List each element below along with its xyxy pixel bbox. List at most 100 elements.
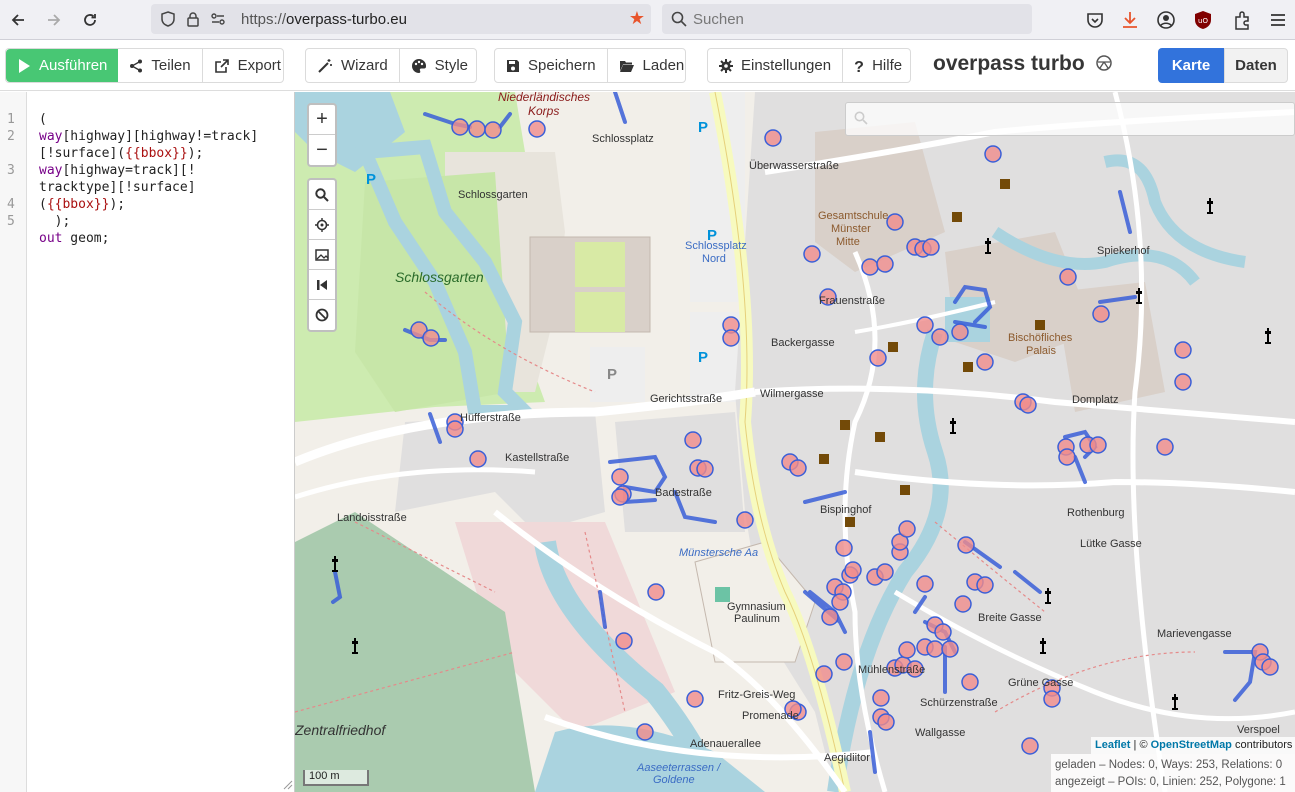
map-label: Backergasse	[771, 337, 835, 349]
run-label: Ausführen	[39, 57, 108, 74]
help-label: Hilfe	[872, 57, 903, 74]
search-icon	[315, 187, 329, 202]
logo-icon	[1095, 55, 1112, 71]
map-label: Marievengasse	[1157, 628, 1232, 640]
map-tools	[307, 178, 337, 332]
line-number-gutter: 1 2 3 4 5	[0, 92, 27, 792]
map-label: Wilmergasse	[760, 388, 824, 400]
help-button[interactable]: ? Hilfe	[843, 49, 913, 82]
zoom-in-button[interactable]: +	[309, 105, 335, 135]
map-search-button[interactable]	[309, 180, 335, 210]
image-export-button[interactable]	[309, 240, 335, 270]
image-icon	[315, 248, 329, 261]
load-button[interactable]: Laden	[608, 49, 696, 82]
map-label: Gesamtschule	[818, 210, 889, 222]
map-label: Bischöfliches	[1008, 332, 1073, 344]
resize-grip-icon[interactable]	[281, 778, 293, 790]
data-stats: geladen – Nodes: 0, Ways: 253, Relations…	[1051, 754, 1295, 792]
map-label: Frauenstraße	[819, 295, 886, 307]
downloads-icon[interactable]	[1119, 9, 1141, 31]
style-label: Style	[434, 57, 469, 74]
map-label: Schürzenstraße	[920, 697, 998, 709]
menu-icon[interactable]	[1267, 9, 1289, 31]
code-template: {{bbox}}	[125, 146, 188, 161]
settings-label: Einstellungen	[741, 57, 832, 74]
browser-search-placeholder: Suchen	[693, 11, 744, 28]
back-arrow-icon[interactable]	[6, 8, 30, 32]
run-button[interactable]: Ausführen	[6, 49, 119, 82]
view-toggle: Karte Daten	[1158, 48, 1288, 83]
code-token: [highway][highway!=track]	[62, 129, 259, 144]
lock-icon[interactable]	[184, 10, 202, 28]
map-label: Verspoel	[1237, 724, 1280, 736]
code-line: ({{bbox}});	[39, 197, 125, 212]
ublock-icon[interactable]: uO	[1192, 9, 1214, 31]
code-keyword: out	[39, 231, 63, 246]
map-label: Bispinghof	[820, 504, 872, 516]
save-button[interactable]: Speichern	[495, 49, 608, 82]
play-icon	[19, 58, 30, 73]
zoom-to-data-button[interactable]	[309, 270, 335, 300]
locate-button[interactable]	[309, 210, 335, 240]
code-line: (	[39, 112, 47, 127]
code-template: {{bbox}}	[46, 197, 110, 212]
map-label: Aegidiitor	[824, 752, 870, 764]
svg-text:P: P	[366, 171, 376, 188]
code-line: [!surface]({{bbox}});	[39, 146, 203, 161]
app-title: overpass turbo	[933, 52, 1113, 76]
save-load-group: Speichern Laden	[494, 48, 686, 83]
search-icon	[671, 11, 687, 27]
account-icon[interactable]	[1155, 9, 1177, 31]
map-label: Wallgasse	[915, 727, 966, 739]
toggle-data-button[interactable]	[309, 300, 335, 330]
folder-open-icon	[619, 60, 634, 72]
zoom-out-button[interactable]: −	[309, 135, 335, 165]
run-share-export-group: Ausführen Teilen Export	[5, 48, 284, 83]
shield-icon[interactable]	[159, 10, 177, 28]
floppy-disk-icon	[507, 59, 519, 72]
pocket-icon[interactable]	[1084, 9, 1106, 31]
map-search-box[interactable]	[845, 102, 1295, 136]
map-label: Paulinum	[734, 613, 780, 625]
tab-map[interactable]: Karte	[1158, 48, 1224, 83]
attribution-contributors: contributors	[1231, 739, 1293, 751]
scale-bar: 100 m	[303, 770, 369, 786]
map-label: Münstersche Aa	[679, 547, 759, 559]
permissions-icon[interactable]	[209, 10, 227, 28]
bookmark-star-icon[interactable]: ★	[629, 8, 645, 29]
osm-link[interactable]: OpenStreetMap	[1151, 739, 1232, 751]
share-label: Teilen	[151, 57, 191, 74]
code-line: out geom;	[39, 231, 109, 246]
share-button[interactable]: Teilen	[118, 49, 203, 82]
leaflet-link[interactable]: Leaflet	[1095, 739, 1130, 751]
magic-wand-icon	[318, 58, 332, 73]
map-label: Badestraße	[655, 487, 712, 499]
export-label: Export	[237, 57, 281, 74]
style-button[interactable]: Style	[400, 49, 479, 82]
search-icon	[854, 111, 868, 125]
extensions-icon[interactable]	[1231, 9, 1253, 31]
stats-loaded: geladen – Nodes: 0, Ways: 253, Relations…	[1055, 759, 1283, 771]
map-label: Münster	[831, 223, 871, 235]
gear-icon	[719, 58, 733, 73]
map-label: Zentralfriedhof	[295, 722, 386, 738]
settings-button[interactable]: Einstellungen	[708, 49, 844, 82]
export-button[interactable]: Export	[203, 49, 292, 82]
map-label: Gymnasium	[727, 601, 786, 613]
external-link-icon	[214, 58, 229, 73]
map-attribution: Leaflet | © OpenStreetMap contributors	[1091, 737, 1295, 754]
attribution-separator: | ©	[1130, 739, 1151, 751]
tab-data[interactable]: Daten	[1224, 48, 1288, 83]
code-line: way[highway][highway!=track]	[39, 129, 258, 144]
query-editor[interactable]: 1 2 3 4 5 ( way[highway][highway!=track]…	[0, 92, 295, 792]
map-label: Mitte	[836, 236, 860, 248]
address-bar[interactable]: https://overpass-turbo.eu ★	[151, 4, 651, 34]
wizard-button[interactable]: Wizard	[306, 49, 400, 82]
map-view[interactable]: PPP PP Niederländisches Korps Schlosspla…	[295, 92, 1295, 792]
share-icon	[130, 59, 143, 72]
forward-arrow-icon[interactable]	[42, 8, 66, 32]
line-number: 2	[7, 129, 15, 144]
reload-icon[interactable]	[78, 8, 102, 32]
browser-search-bar[interactable]: Suchen	[662, 4, 1032, 34]
svg-text:?: ?	[854, 59, 864, 74]
